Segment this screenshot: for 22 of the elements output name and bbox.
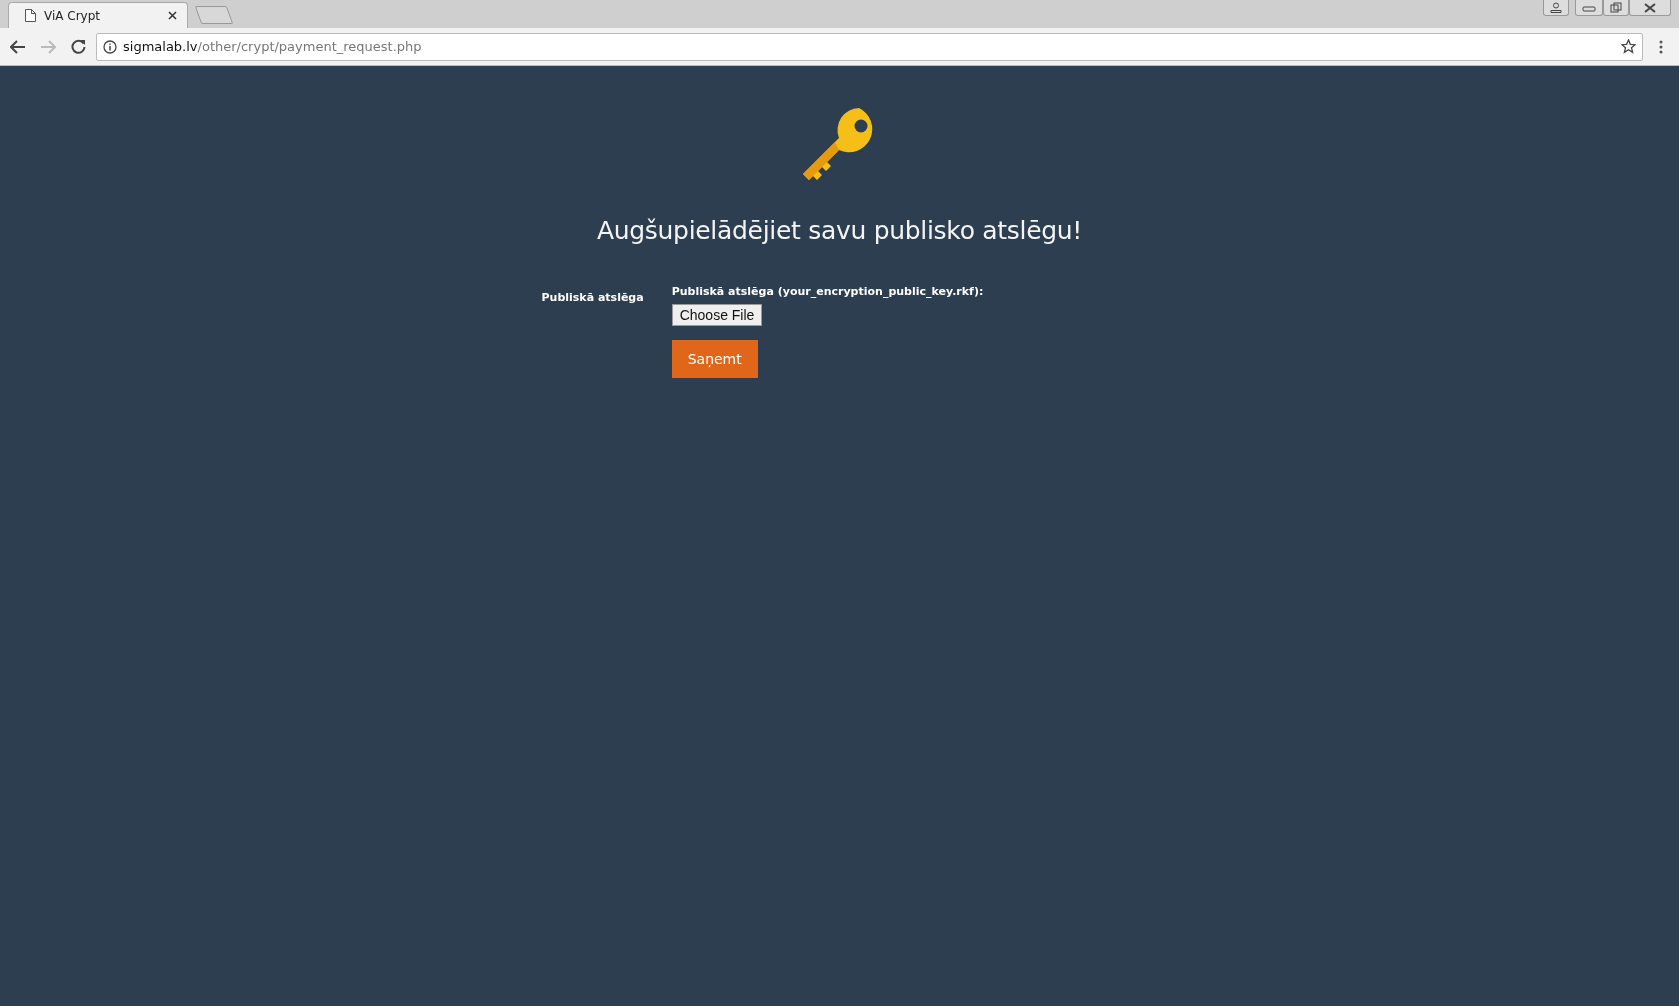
url-text: sigmalab.lv/other/crypt/payment_request.php	[123, 39, 423, 54]
address-bar[interactable]: sigmalab.lv/other/crypt/payment_request.php	[96, 32, 1643, 61]
restore-icon	[1610, 2, 1622, 13]
page-icon	[25, 9, 36, 22]
restore-button[interactable]	[1603, 0, 1629, 16]
reload-icon[interactable]	[70, 39, 86, 54]
back-arrow-icon[interactable]	[10, 39, 26, 54]
field-caption: Publiskā atslēga (your_encryption_public_key.rkf):	[671, 285, 984, 298]
close-window-button[interactable]	[1629, 0, 1671, 16]
profile-button[interactable]	[1543, 0, 1569, 16]
browser-tab[interactable]: ViA Crypt	[8, 2, 188, 28]
close-icon	[1644, 2, 1656, 13]
info-icon	[103, 39, 117, 54]
page-heading: Augšupielādējiet savu publisko atslēgu!	[596, 216, 1083, 245]
minimize-icon	[1582, 3, 1596, 12]
person-icon	[1550, 2, 1562, 13]
tab-title: ViA Crypt	[44, 8, 102, 23]
choose-file-button[interactable]: Choose File	[671, 304, 763, 326]
close-icon[interactable]	[168, 11, 177, 20]
star-icon[interactable]	[1621, 39, 1636, 54]
field-label: Publiskā atslēga	[541, 290, 645, 306]
menu-icon[interactable]	[1659, 39, 1663, 54]
